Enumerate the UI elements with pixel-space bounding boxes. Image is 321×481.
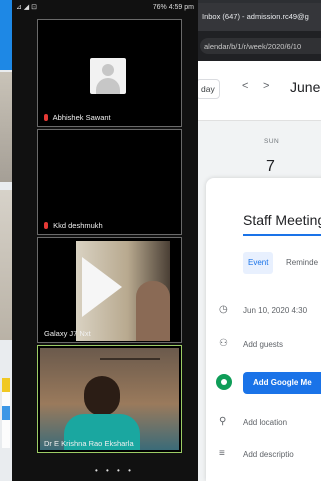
avatar-body xyxy=(96,78,120,94)
tab-bar: Inbox (647) - admission.rc49@g xyxy=(198,0,321,31)
people-icon: ⚇ xyxy=(219,338,228,349)
mic-muted-icon xyxy=(44,114,48,121)
add-guests-field[interactable]: Add guests xyxy=(243,340,283,349)
avatar-placeholder-icon xyxy=(90,58,126,94)
tab-title: Inbox (647) - admission.rc49@g xyxy=(202,12,309,21)
address-field[interactable]: alendar/b/1/r/week/2020/6/10 xyxy=(200,38,321,54)
participant-tile-2[interactable]: Kkd deshmukh xyxy=(37,129,182,235)
participant-name-text: Kkd deshmukh xyxy=(53,221,103,230)
event-date-time[interactable]: Jun 10, 2020 4:30 xyxy=(243,306,307,315)
day-number[interactable]: 7 xyxy=(266,158,275,176)
clock-icon: ◷ xyxy=(219,304,228,315)
participant-tile-1[interactable]: Abhishek Sawant xyxy=(37,19,182,127)
ceiling-fan xyxy=(100,358,160,368)
meet-icon xyxy=(216,374,232,390)
status-left: ⊿ ◢ ⊡ xyxy=(16,4,38,11)
view-switch-label: day xyxy=(201,84,215,94)
left-thumbnail-2 xyxy=(0,190,12,340)
add-google-meet-button[interactable]: Add Google Me xyxy=(243,372,321,394)
tab-reminder[interactable]: Reminde xyxy=(286,258,318,267)
next-button[interactable]: > xyxy=(263,80,269,92)
day-name: SUN xyxy=(264,138,280,145)
month-title: June xyxy=(290,79,321,95)
status-right: 76% 4:59 pm xyxy=(152,3,194,11)
participant-name-3: Galaxy J7 Nxt xyxy=(44,329,91,338)
left-blue-bar xyxy=(0,0,12,70)
view-switch-button[interactable]: day xyxy=(198,79,220,99)
title-underline xyxy=(243,234,321,236)
participant-name-text: Galaxy J7 Nxt xyxy=(44,329,91,338)
event-editor-card: Staff Meeting Event Reminde ◷ Jun 10, 20… xyxy=(206,178,321,481)
left-color-strip xyxy=(2,378,10,448)
participant-video-3 xyxy=(76,241,170,341)
avatar-head xyxy=(102,64,114,76)
participant-name-4: Dr E Krishna Rao Eksharla xyxy=(44,439,134,448)
page-indicator[interactable]: • • • • xyxy=(95,466,134,475)
participant-tile-4[interactable]: Dr E Krishna Rao Eksharla xyxy=(37,345,182,453)
location-icon: ⚲ xyxy=(219,416,227,427)
left-thumbnail-1 xyxy=(0,72,12,182)
participant-name-text: Dr E Krishna Rao Eksharla xyxy=(44,439,134,448)
add-description-field[interactable]: Add descriptio xyxy=(243,450,294,459)
participant-name-text: Abhishek Sawant xyxy=(52,113,111,122)
browser-window: Inbox (647) - admission.rc49@g alendar/b… xyxy=(198,0,321,481)
event-title-input[interactable]: Staff Meeting xyxy=(243,212,321,228)
previous-button[interactable]: < xyxy=(242,80,248,92)
person-head xyxy=(84,376,120,416)
phone-video-call: ⊿ ◢ ⊡ 76% 4:59 pm Abhishek Sawant Kkd de… xyxy=(12,0,198,481)
browser-tab[interactable]: Inbox (647) - admission.rc49@g xyxy=(198,3,321,31)
mic-muted-icon xyxy=(44,222,48,229)
left-background-panel xyxy=(0,0,12,481)
participant-tile-3[interactable]: Galaxy J7 Nxt xyxy=(37,237,182,343)
tab-event[interactable]: Event xyxy=(243,252,274,274)
description-icon: ≡ xyxy=(219,448,225,459)
person-silhouette xyxy=(136,281,170,341)
play-icon xyxy=(82,257,122,317)
add-location-field[interactable]: Add location xyxy=(243,418,287,427)
address-text: alendar/b/1/r/week/2020/6/10 xyxy=(204,42,302,51)
participant-name-2: Kkd deshmukh xyxy=(44,221,103,230)
screen: ⊿ ◢ ⊡ 76% 4:59 pm Abhishek Sawant Kkd de… xyxy=(0,0,321,481)
participant-video-4 xyxy=(40,348,179,450)
phone-status-bar: ⊿ ◢ ⊡ 76% 4:59 pm xyxy=(12,0,198,14)
participant-name-1: Abhishek Sawant xyxy=(44,113,111,122)
url-bar: alendar/b/1/r/week/2020/6/10 xyxy=(198,31,321,61)
